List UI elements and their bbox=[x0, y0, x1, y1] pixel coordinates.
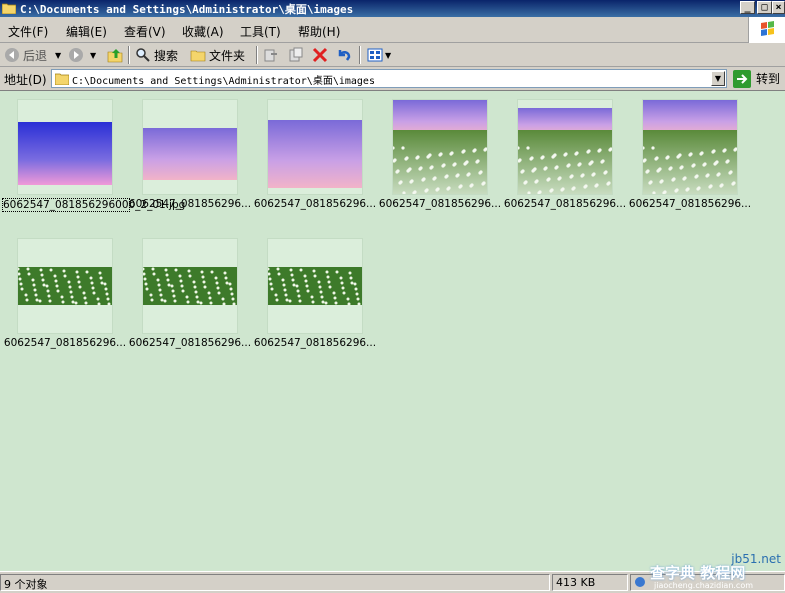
computer-icon bbox=[635, 577, 645, 587]
flower-strip-thumbnail bbox=[18, 267, 112, 306]
views-icon bbox=[367, 48, 383, 62]
address-path: C:\Documents and Settings\Administrator\… bbox=[72, 76, 375, 87]
delete-x-icon bbox=[312, 47, 328, 63]
title-bar: C:\Documents and Settings\Administrator\… bbox=[0, 0, 785, 17]
views-dropdown-icon: ▼ bbox=[385, 50, 392, 60]
menu-bar: 文件(F) 编辑(E) 查看(V) 收藏(A) 工具(T) 帮助(H) bbox=[0, 17, 785, 43]
flower-field-thumbnail bbox=[518, 108, 612, 194]
flower-strip-thumbnail bbox=[143, 267, 237, 306]
file-name[interactable]: 6062547_081856296... bbox=[252, 337, 378, 349]
file-name[interactable]: 6062547_081856296... bbox=[127, 198, 253, 210]
address-dropdown-button[interactable]: ▼ bbox=[711, 71, 725, 86]
file-name[interactable]: 6062547_081856296... bbox=[2, 337, 128, 349]
copy-to-button[interactable] bbox=[288, 46, 304, 64]
menu-help[interactable]: 帮助(H) bbox=[298, 23, 340, 40]
folder-icon bbox=[190, 50, 206, 62]
file-thumbnail[interactable] bbox=[17, 99, 113, 195]
delete-button[interactable] bbox=[312, 46, 328, 64]
file-thumbnail[interactable] bbox=[267, 99, 363, 195]
back-label: 后退 bbox=[23, 48, 48, 63]
forward-arrow-icon bbox=[69, 48, 83, 62]
file-view[interactable]: 6062547_081856296000_2_01.jpg 6062547_08… bbox=[0, 92, 785, 571]
status-bar: 9 个对象 413 KB bbox=[0, 571, 785, 593]
undo-button[interactable] bbox=[336, 46, 352, 64]
forward-dropdown-icon[interactable]: ▼ bbox=[90, 51, 96, 60]
move-to-icon bbox=[264, 49, 277, 62]
file-name[interactable]: 6062547_081856296... bbox=[127, 337, 253, 349]
menu-file[interactable]: 文件(F) bbox=[8, 23, 48, 40]
file-thumbnail[interactable] bbox=[642, 99, 738, 195]
toolbar-separator bbox=[256, 46, 258, 64]
minimize-button[interactable]: _ bbox=[740, 1, 755, 14]
file-thumbnail[interactable] bbox=[17, 238, 113, 334]
back-button[interactable]: 后退 ▼ bbox=[4, 46, 61, 64]
address-bar: 地址(D) C:\Documents and Settings\Administ… bbox=[0, 67, 785, 91]
copy-to-icon bbox=[289, 47, 303, 62]
file-name[interactable]: 6062547_081856296... bbox=[502, 198, 628, 210]
menu-view[interactable]: 查看(V) bbox=[124, 23, 166, 40]
toolbar: 后退 ▼ ▼ 搜索 文件夹 ▼ bbox=[0, 43, 785, 67]
folders-button[interactable]: 文件夹 bbox=[190, 46, 245, 64]
file-name[interactable]: 6062547_081856296... bbox=[377, 198, 503, 210]
flower-field-thumbnail bbox=[643, 100, 737, 194]
file-thumbnail[interactable] bbox=[142, 238, 238, 334]
windows-flag-icon bbox=[761, 21, 774, 36]
forward-button[interactable]: ▼ bbox=[68, 46, 96, 64]
menu-edit[interactable]: 编辑(E) bbox=[66, 23, 107, 40]
sky-image-thumbnail bbox=[268, 120, 362, 188]
file-thumbnail[interactable] bbox=[517, 99, 613, 195]
folder-icon bbox=[55, 73, 69, 85]
maximize-button[interactable]: □ bbox=[757, 1, 772, 14]
flower-strip-thumbnail bbox=[268, 267, 362, 306]
windows-logo bbox=[748, 17, 785, 43]
toolbar-separator bbox=[128, 46, 130, 64]
menu-tools[interactable]: 工具(T) bbox=[240, 23, 281, 40]
file-thumbnail[interactable] bbox=[392, 99, 488, 195]
move-to-button[interactable] bbox=[263, 46, 279, 64]
zone-indicator bbox=[630, 574, 785, 591]
sky-image-thumbnail bbox=[143, 128, 237, 180]
up-folder-button[interactable] bbox=[107, 46, 123, 64]
file-name[interactable]: 6062547_081856296... bbox=[252, 198, 378, 210]
address-label: 地址(D) bbox=[4, 73, 47, 87]
up-folder-icon bbox=[107, 49, 123, 63]
file-name[interactable]: 6062547_081856296000_2_01.jpg bbox=[2, 198, 185, 212]
search-label: 搜索 bbox=[154, 48, 179, 63]
folders-label: 文件夹 bbox=[209, 48, 246, 63]
back-arrow-icon bbox=[5, 48, 19, 62]
go-button[interactable]: 转到 bbox=[733, 69, 780, 88]
back-dropdown-icon[interactable]: ▼ bbox=[55, 51, 61, 60]
go-label: 转到 bbox=[756, 72, 781, 86]
sky-image-thumbnail bbox=[18, 122, 112, 185]
object-count: 9 个对象 bbox=[0, 574, 550, 591]
file-thumbnail[interactable] bbox=[267, 238, 363, 334]
file-name[interactable]: 6062547_081856296... bbox=[627, 198, 753, 210]
views-button[interactable]: ▼ bbox=[367, 46, 391, 64]
go-arrow-icon bbox=[733, 69, 751, 88]
menu-favorites[interactable]: 收藏(A) bbox=[182, 23, 224, 40]
search-button[interactable]: 搜索 bbox=[135, 46, 178, 64]
address-input[interactable]: C:\Documents and Settings\Administrator\… bbox=[51, 69, 727, 88]
folder-icon bbox=[2, 3, 16, 14]
close-window-button[interactable]: × bbox=[772, 1, 785, 14]
undo-icon bbox=[338, 50, 351, 61]
file-thumbnail[interactable] bbox=[142, 99, 238, 195]
flower-field-thumbnail bbox=[393, 100, 487, 194]
search-icon bbox=[136, 48, 150, 62]
toolbar-separator bbox=[359, 46, 361, 64]
total-size: 413 KB bbox=[552, 574, 628, 591]
window-title: C:\Documents and Settings\Administrator\… bbox=[20, 3, 354, 16]
